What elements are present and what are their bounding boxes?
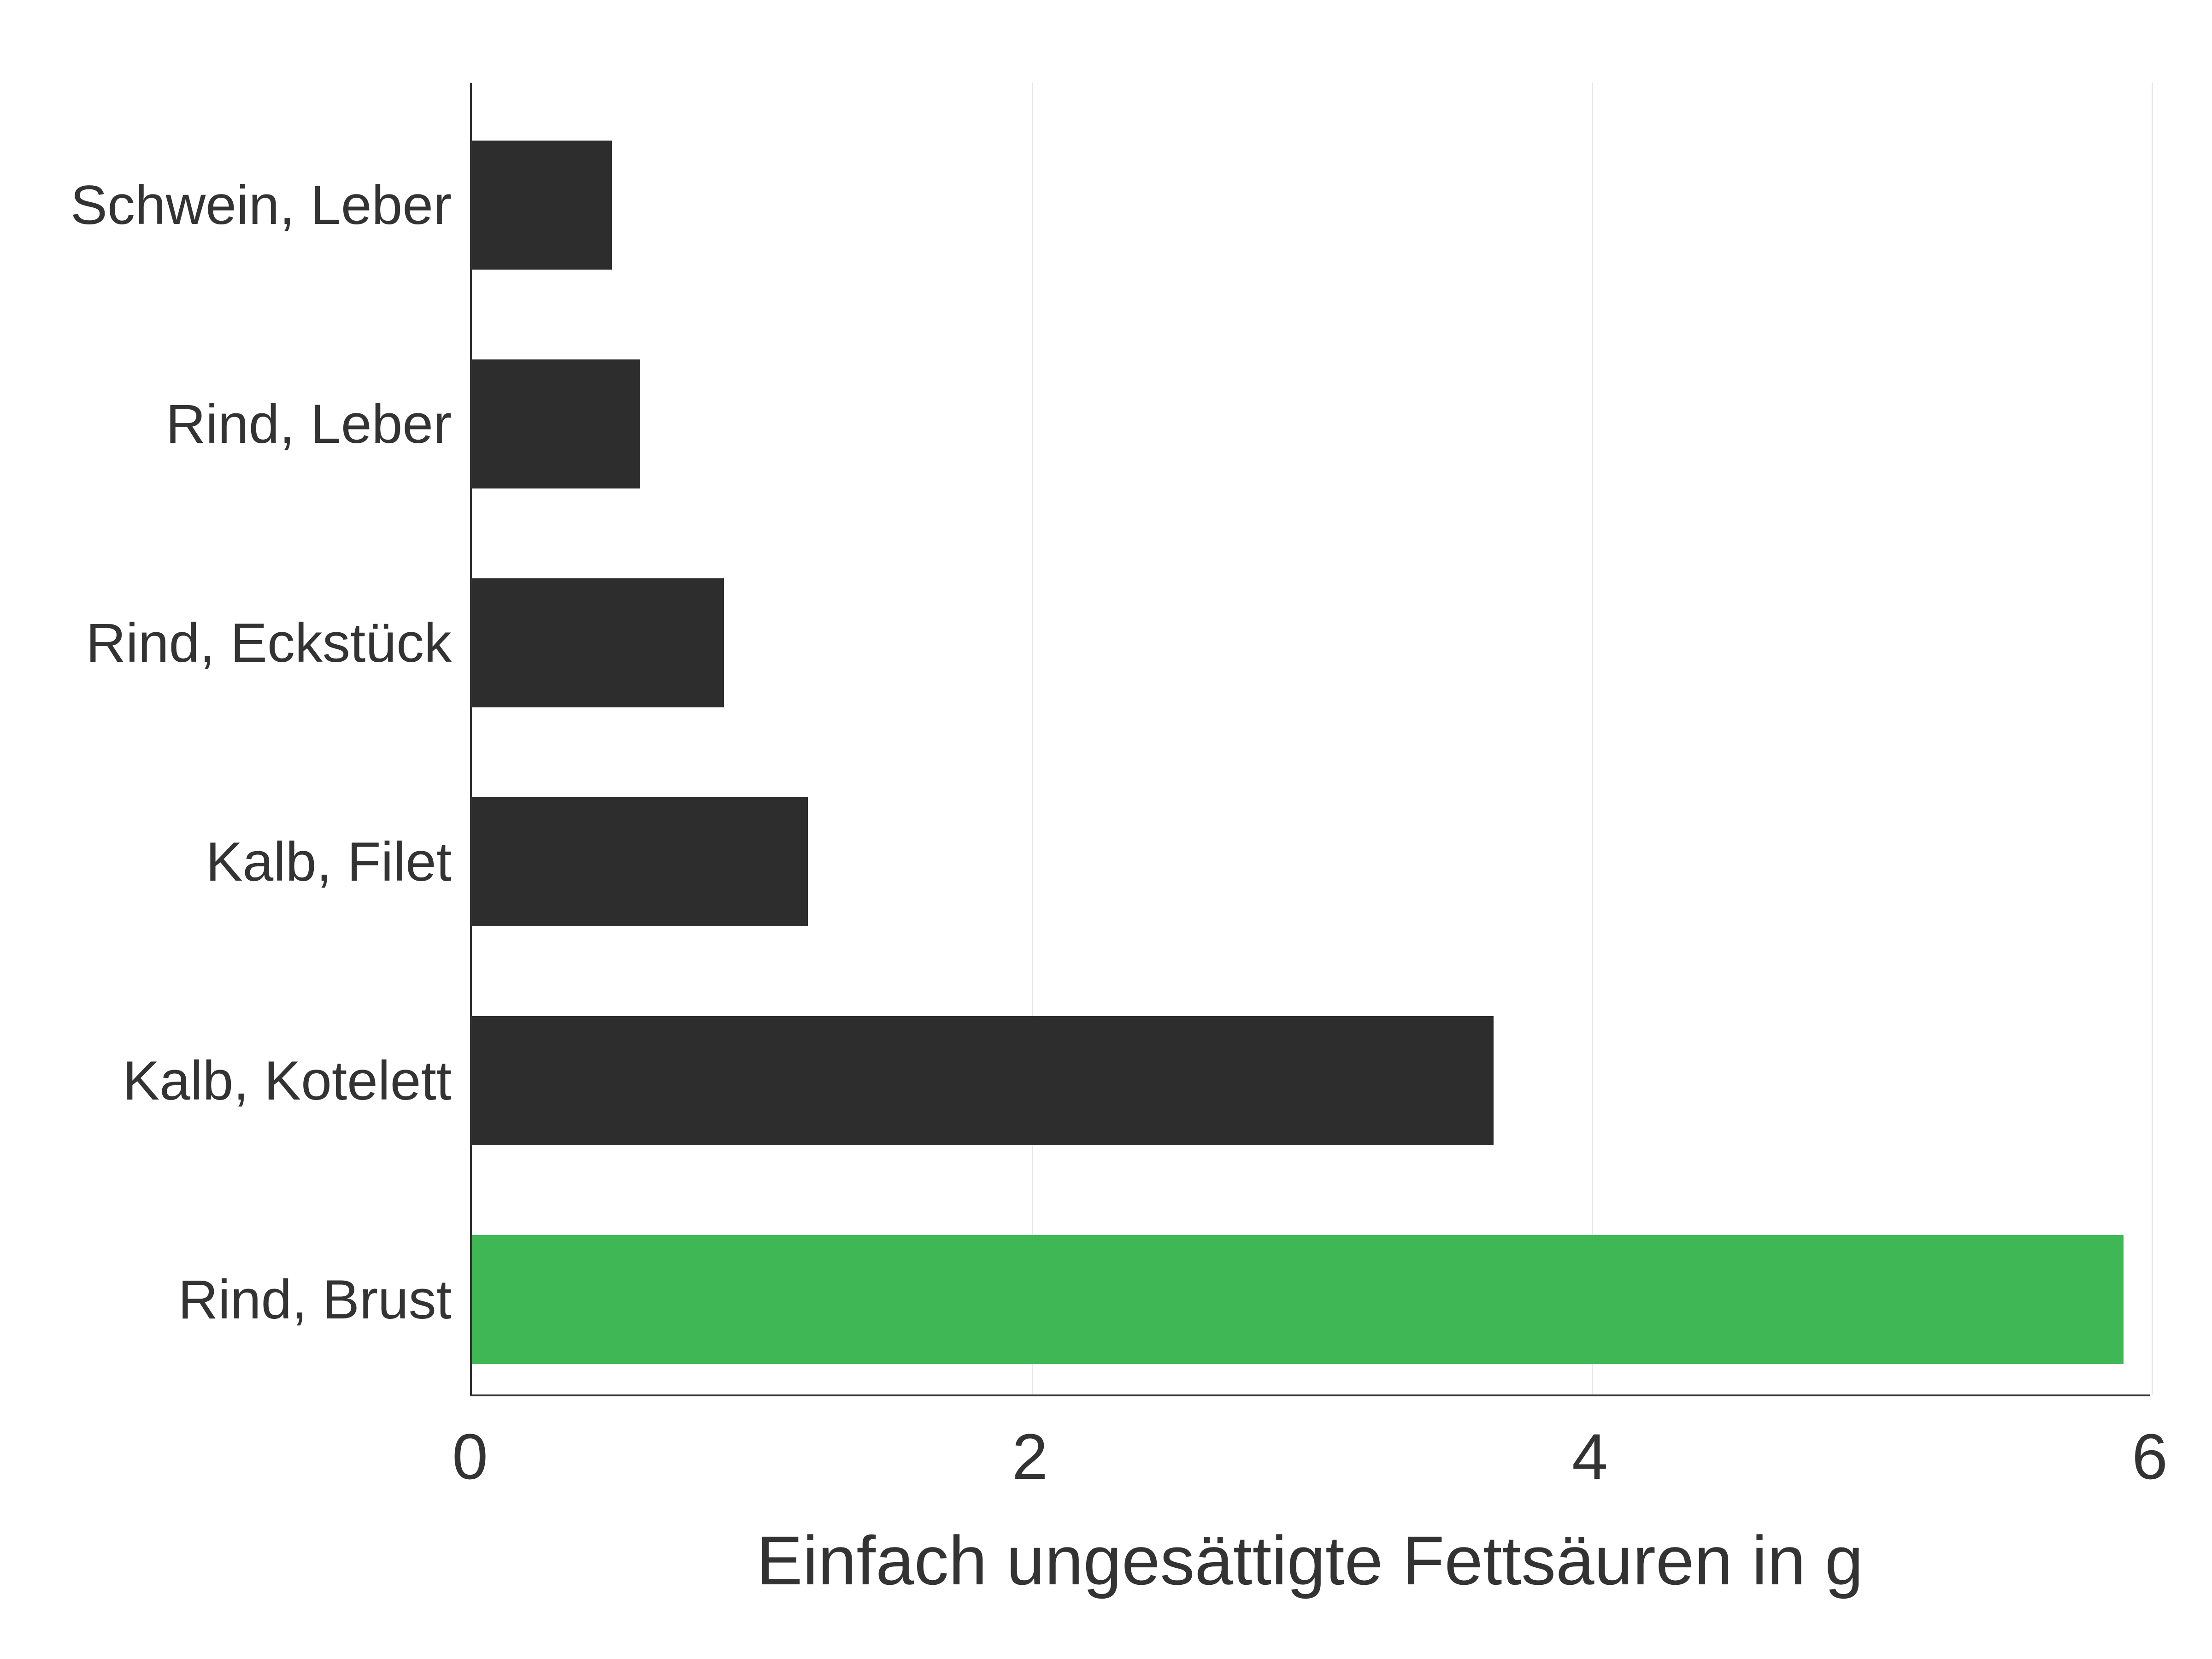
x-tick-label: 0	[424, 1419, 516, 1494]
y-tick-label: Rind, Leber	[9, 394, 452, 454]
x-tick-label: 2	[984, 1419, 1076, 1494]
x-axis-label: Einfach ungesättigte Fettsäuren in g	[470, 1521, 2150, 1600]
chart-container: Schwein, Leber Rind, Leber Rind, Eckstüc…	[0, 0, 2212, 1659]
bar-kalb-kotelett	[472, 1016, 1494, 1145]
bar-rind-eckstueck	[472, 578, 724, 707]
plot-area	[470, 83, 2150, 1396]
bar-rind-brust	[472, 1235, 2124, 1364]
bar-schwein-leber	[472, 141, 612, 270]
x-tick-label: 6	[2104, 1419, 2196, 1494]
gridline	[1592, 83, 1593, 1394]
x-tick-label: 4	[1544, 1419, 1636, 1494]
y-tick-label: Kalb, Filet	[9, 831, 452, 892]
y-tick-label: Rind, Eckstück	[9, 612, 452, 673]
y-tick-label: Kalb, Kotelett	[9, 1050, 452, 1111]
bar-rind-leber	[472, 359, 640, 488]
bar-kalb-filet	[472, 797, 808, 926]
gridline	[2152, 83, 2153, 1394]
gridline	[1032, 83, 1033, 1394]
y-tick-label: Rind, Brust	[9, 1269, 452, 1330]
y-tick-label: Schwein, Leber	[9, 175, 452, 235]
